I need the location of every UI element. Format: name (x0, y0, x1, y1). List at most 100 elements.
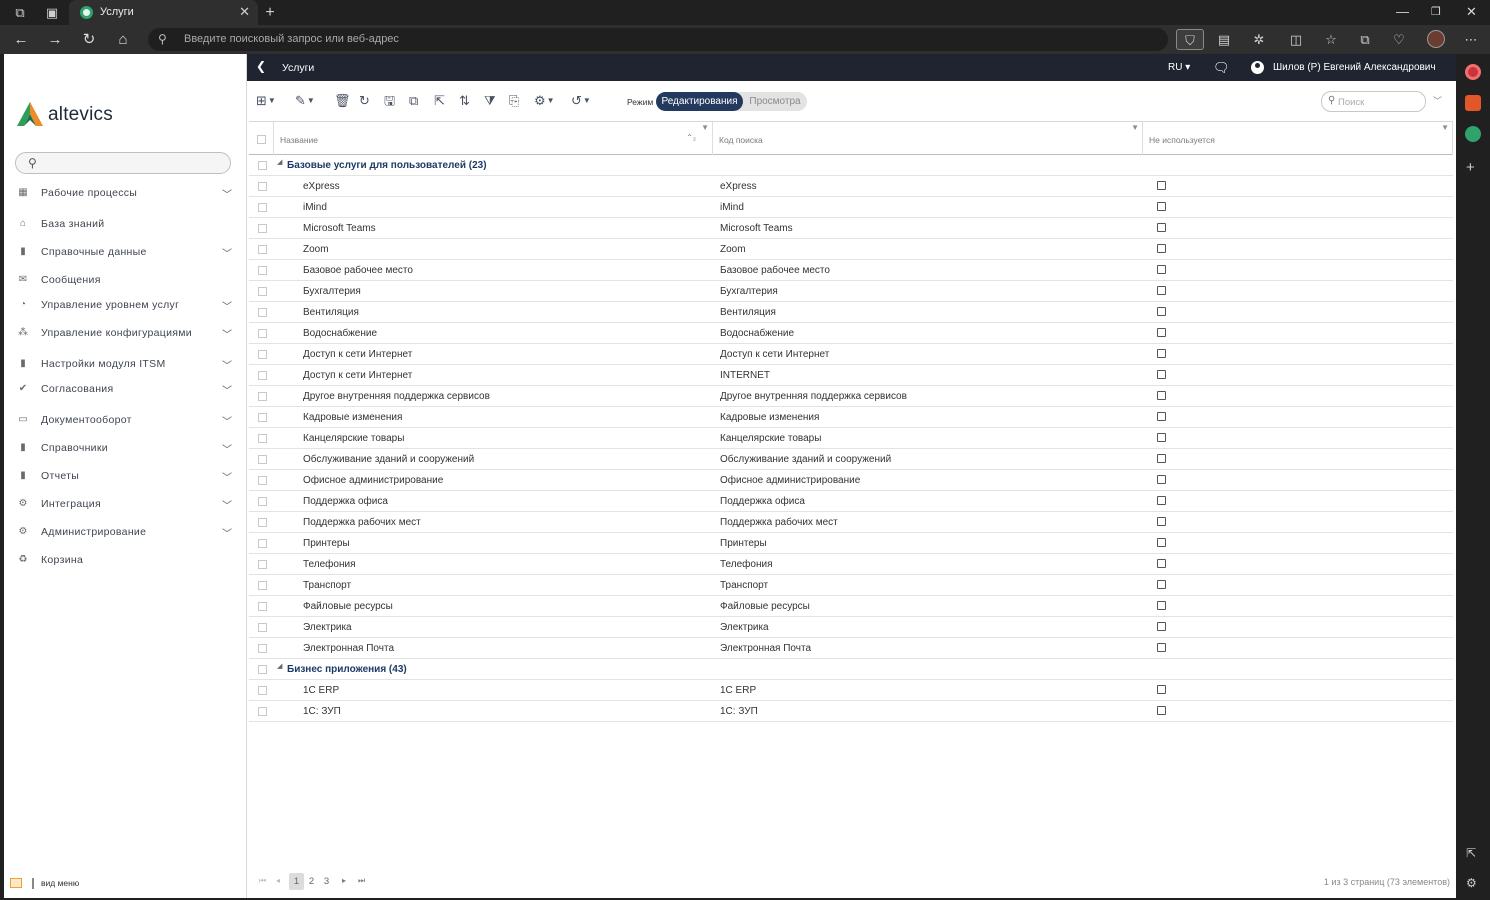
collapse-caret-icon[interactable]: ◢ (277, 158, 282, 166)
external-link-icon[interactable]: ⇱ (1466, 846, 1476, 860)
unused-checkbox[interactable] (1157, 370, 1166, 379)
filter-icon[interactable]: ▼ (1441, 123, 1449, 132)
chevron-down-icon[interactable]: ﹀ (222, 298, 232, 313)
unused-checkbox[interactable] (1157, 559, 1166, 568)
unused-checkbox[interactable] (1157, 580, 1166, 589)
row-select-checkbox[interactable] (258, 350, 267, 359)
table-row[interactable]: Доступ к сети Интернет Доступ к сети Инте… (249, 344, 1453, 365)
export-icon[interactable]: ⇱ (434, 92, 445, 110)
column-header-unused[interactable]: Не используется ▼ (1143, 122, 1453, 155)
table-row[interactable]: Вентиляция Вентиляция (249, 302, 1453, 323)
chevron-down-icon[interactable]: ﹀ (222, 326, 232, 341)
sidebar-item[interactable]: ▮ Справочные данные ﹀ (17, 243, 232, 263)
tracking-shield-icon[interactable]: ⛉ (1176, 29, 1204, 50)
unused-checkbox[interactable] (1157, 412, 1166, 421)
unused-checkbox[interactable] (1157, 307, 1166, 316)
menu-view-toggle[interactable]: вид меню (10, 877, 210, 891)
row-select-checkbox[interactable] (258, 203, 267, 212)
row-select-checkbox[interactable] (258, 287, 267, 296)
sidebar-item[interactable]: ♻ Корзина (17, 551, 232, 571)
chevron-down-icon[interactable]: ﹀ (222, 357, 232, 372)
page-number-button[interactable]: 2 (304, 873, 319, 890)
user-avatar-icon[interactable] (1251, 61, 1264, 74)
table-row[interactable]: 1С ERP 1С ERP (249, 680, 1453, 701)
filter-icon[interactable]: ▼ (701, 123, 709, 132)
sidebar-item[interactable]: ▮ Справочники ﹀ (17, 439, 232, 459)
chat-icon[interactable]: 🗨 (1213, 60, 1230, 76)
row-select-checkbox[interactable] (258, 371, 267, 380)
row-select-checkbox[interactable] (258, 245, 267, 254)
chevron-down-icon[interactable]: ﹀ (222, 497, 232, 512)
next-page-icon[interactable]: ▸ (342, 876, 346, 885)
table-row[interactable]: Файловые ресурсы Файловые ресурсы (249, 596, 1453, 617)
row-select-checkbox[interactable] (258, 224, 267, 233)
row-select-checkbox[interactable] (258, 581, 267, 590)
sort-ascending-icon[interactable]: ⌃₂ (686, 133, 696, 142)
table-row[interactable]: Базовое рабочее место Базовое рабочее мес… (249, 260, 1453, 281)
table-row[interactable]: Другое внутренняя поддержка сервисов Друг… (249, 386, 1453, 407)
search-options-chevron-icon[interactable]: ﹀ (1433, 94, 1442, 107)
row-select-checkbox[interactable] (258, 392, 267, 401)
user-name[interactable]: Шилов (Р) Евгений Александрович (1273, 62, 1436, 73)
workspaces-icon[interactable]: ⧉ (11, 4, 29, 22)
sidebar-search-input[interactable]: ⚲ (15, 152, 231, 174)
sidebar-item[interactable]: ✔ Согласования ﹀ (17, 380, 232, 400)
sidebar-item[interactable]: ▮ Настройки модуля ITSM ﹀ (17, 355, 232, 375)
table-row[interactable]: Zoom Zoom (249, 239, 1453, 260)
save-icon[interactable]: 🖫 (384, 92, 395, 110)
unused-checkbox[interactable] (1157, 706, 1166, 715)
group-row[interactable]: ◢ Базовые услуги для пользователей (23) (249, 155, 1453, 176)
unused-checkbox[interactable] (1157, 517, 1166, 526)
table-row[interactable]: Доступ к сети Интернет INTERNET (249, 365, 1453, 386)
table-row[interactable]: Электронная Почта Электронная Почта (249, 638, 1453, 659)
unused-checkbox[interactable] (1157, 433, 1166, 442)
chevron-down-icon[interactable]: ﹀ (222, 382, 232, 397)
row-select-checkbox[interactable] (258, 308, 267, 317)
unused-checkbox[interactable] (1157, 454, 1166, 463)
table-row[interactable]: Обслуживание зданий и сооружений Обслужив… (249, 449, 1453, 470)
row-select-checkbox[interactable] (258, 182, 267, 191)
chevron-down-icon[interactable]: ﹀ (222, 413, 232, 428)
close-tab-icon[interactable]: ✕ (239, 4, 250, 20)
grid-search-box[interactable]: ⚲ (1321, 91, 1426, 112)
unused-checkbox[interactable] (1157, 349, 1166, 358)
history-button[interactable]: ↺▼ (571, 92, 591, 110)
chevron-down-icon[interactable]: ﹀ (222, 525, 232, 540)
app-shortcut-icon[interactable] (1465, 126, 1481, 142)
settings-button[interactable]: ⚙▼ (534, 92, 555, 110)
mode-toggle[interactable]: Редактирования Просмотра (656, 92, 807, 111)
sidebar-item[interactable]: ✉ Сообщения (17, 271, 232, 291)
sort-icon[interactable]: ⇅ (459, 92, 470, 110)
table-row[interactable]: Транспорт Транспорт (249, 575, 1453, 596)
row-select-checkbox[interactable] (258, 560, 267, 569)
table-row[interactable]: Поддержка рабочих мест Поддержка рабочих … (249, 512, 1453, 533)
filter-icon[interactable]: ▼ (1131, 123, 1139, 132)
row-select-checkbox[interactable] (258, 686, 267, 695)
add-panel-icon[interactable]: + (1466, 159, 1475, 176)
forward-arrow-icon[interactable]: → (45, 30, 65, 50)
collapse-caret-icon[interactable]: ◢ (277, 662, 282, 670)
favorites-star-icon[interactable]: ☆ (1321, 29, 1341, 50)
unused-checkbox[interactable] (1157, 328, 1166, 337)
copilot-icon[interactable] (1465, 64, 1481, 80)
unused-checkbox[interactable] (1157, 643, 1166, 652)
first-page-icon[interactable]: ⏮ (259, 876, 266, 886)
row-select-checkbox[interactable] (258, 455, 267, 464)
chevron-down-icon[interactable]: ﹀ (222, 186, 232, 201)
browser-essentials-icon[interactable]: ♡ (1389, 29, 1409, 50)
row-select-checkbox[interactable] (258, 665, 267, 674)
split-screen-icon[interactable]: ◫ (1286, 29, 1306, 50)
extension-icon[interactable]: ▤ (1214, 29, 1234, 50)
mode-view-option[interactable]: Просмотра (743, 92, 807, 111)
prev-page-icon[interactable]: ◂ (276, 876, 280, 885)
sidebar-settings-icon[interactable]: ⚙ (1466, 876, 1477, 890)
table-row[interactable]: Microsoft Teams Microsoft Teams (249, 218, 1453, 239)
sidebar-item[interactable]: ⚙ Интеграция ﹀ (17, 495, 232, 515)
chevron-down-icon[interactable]: ﹀ (222, 469, 232, 484)
sidebar-item[interactable]: ⁂ Управление конфигурациями ﹀ (17, 324, 232, 344)
refresh-icon[interactable]: ↻ (79, 30, 99, 50)
logo[interactable]: altevics (15, 100, 125, 132)
unused-checkbox[interactable] (1157, 265, 1166, 274)
unused-checkbox[interactable] (1157, 244, 1166, 253)
row-select-checkbox[interactable] (258, 707, 267, 716)
